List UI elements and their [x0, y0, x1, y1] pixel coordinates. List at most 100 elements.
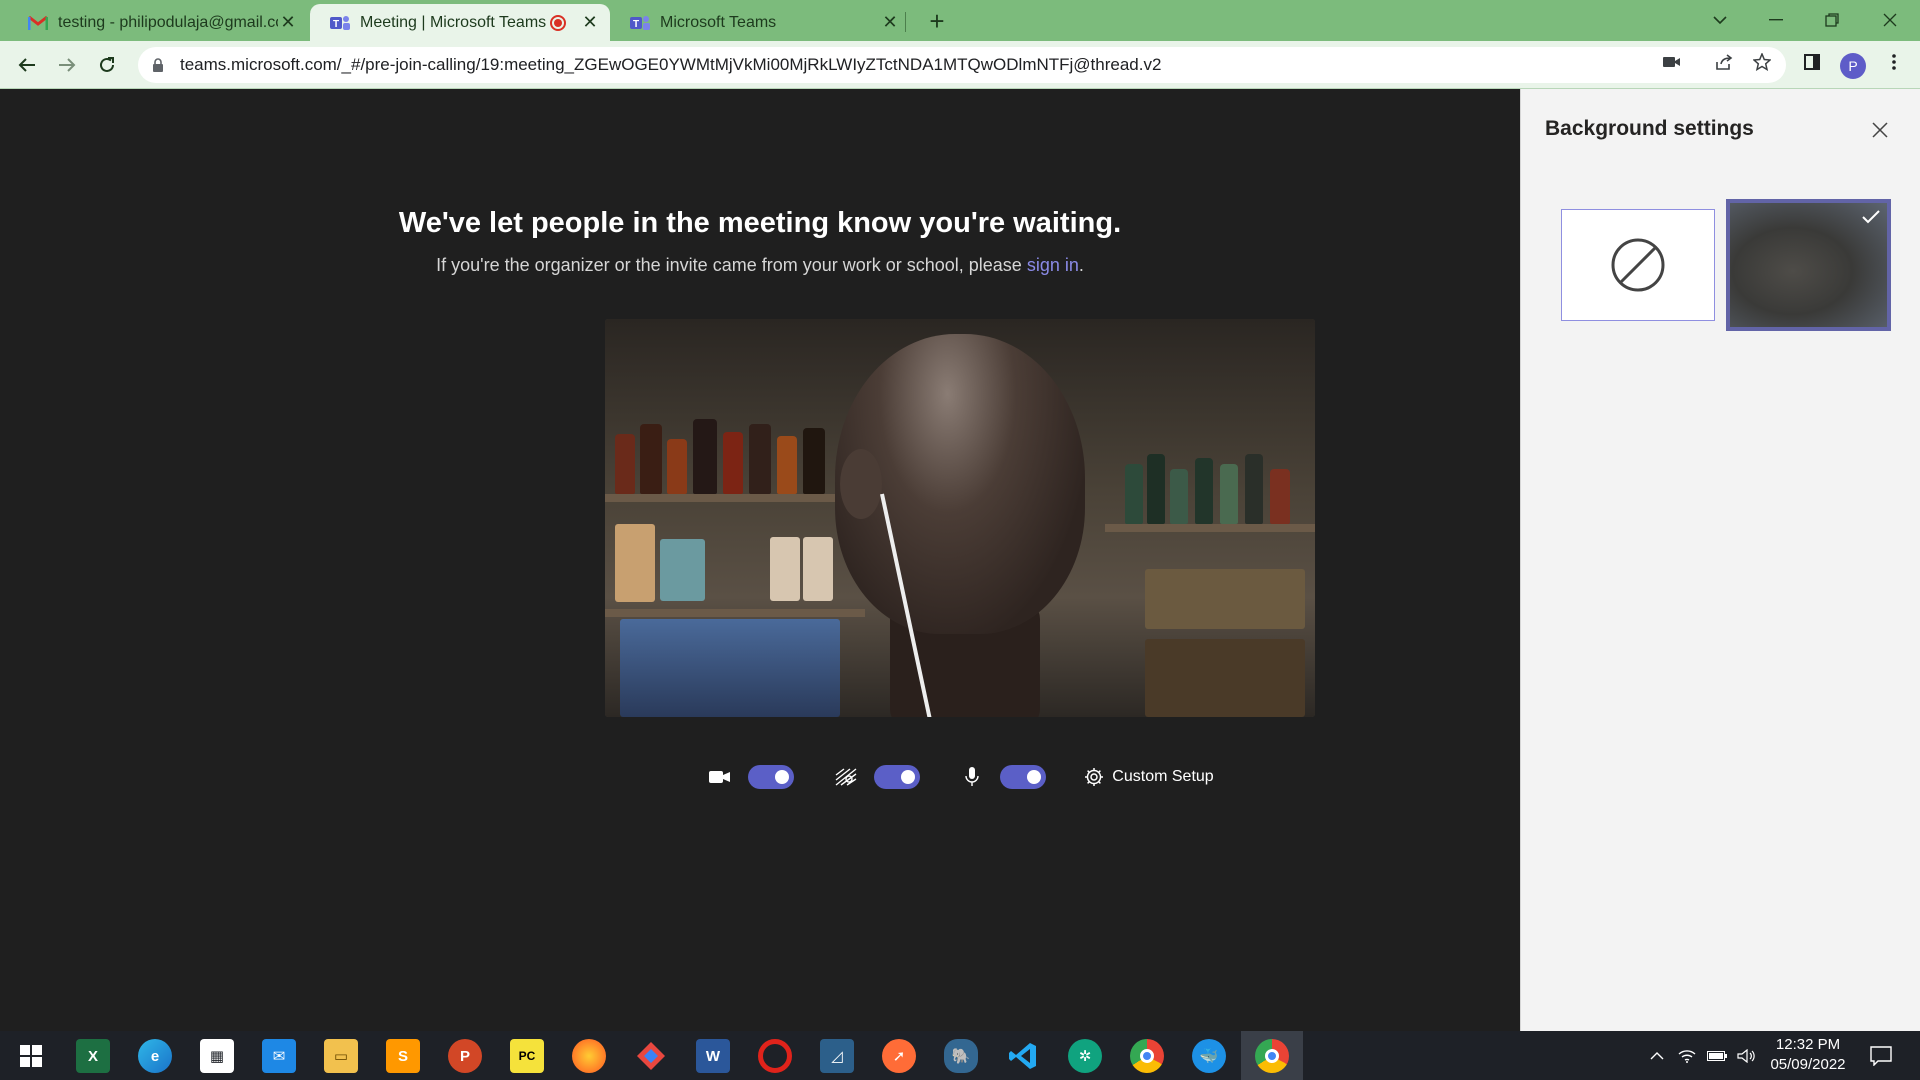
share-icon — [1716, 54, 1733, 70]
subtext-body: If you're the organizer or the invite ca… — [436, 255, 1027, 275]
docker-icon[interactable]: 🐳 — [1192, 1039, 1226, 1073]
vscode-icon[interactable] — [1006, 1039, 1040, 1073]
waiting-heading: We've let people in the meeting know you… — [398, 207, 1122, 239]
profile-avatar[interactable]: P — [1840, 53, 1866, 79]
shelf — [605, 609, 865, 617]
microphone-toggle[interactable] — [1000, 765, 1047, 789]
tab-title: Meeting | Microsoft Teams — [360, 13, 547, 31]
back-button[interactable] — [12, 50, 42, 80]
tab-title: Microsoft Teams — [660, 13, 777, 31]
sign-in-link[interactable]: sign in — [1027, 255, 1079, 275]
recording-indicator-icon — [550, 14, 566, 31]
close-tab-icon[interactable]: ✕ — [580, 12, 600, 33]
forward-button[interactable] — [52, 50, 82, 80]
can — [660, 539, 705, 601]
more-vertical-icon — [1892, 54, 1896, 70]
chrome-profile-icon[interactable] — [1255, 1039, 1289, 1073]
bottles-left — [615, 414, 845, 494]
custom-setup-button[interactable]: Custom Setup — [1084, 767, 1214, 787]
git-icon[interactable] — [634, 1039, 668, 1073]
windows-start-icon[interactable] — [14, 1039, 48, 1073]
svg-text:T: T — [333, 19, 339, 30]
shelf — [1105, 524, 1315, 532]
close-window-button[interactable] — [1862, 0, 1918, 40]
gmail-icon — [28, 15, 48, 30]
tab-separator — [905, 12, 906, 32]
reload-button[interactable] — [92, 50, 122, 80]
camera-in-use-button[interactable] — [1660, 50, 1684, 74]
share-button[interactable] — [1712, 50, 1736, 74]
minimize-icon — [1769, 19, 1783, 21]
chevron-up-icon[interactable] — [1642, 1051, 1672, 1060]
can — [770, 537, 800, 601]
postgresql-icon[interactable]: 🐘 — [944, 1039, 978, 1073]
can — [803, 537, 833, 601]
address-bar[interactable]: teams.microsoft.com/_#/pre-join-calling/… — [138, 47, 1786, 83]
chatgpt-icon[interactable]: ✲ — [1068, 1039, 1102, 1073]
postman-icon[interactable]: ➚ — [882, 1039, 916, 1073]
browser-tab-strip: testing - philipodulaja@gmail.co ✕ T Mee… — [0, 0, 1920, 41]
taskbar-clock[interactable]: 12:32 PM 05/09/2022 — [1762, 1035, 1854, 1075]
teams-icon: T — [630, 15, 650, 30]
tab-teams-meeting[interactable]: T Meeting | Microsoft Teams ✕ — [310, 4, 610, 41]
subtext-period: . — [1078, 255, 1084, 275]
lock-icon[interactable] — [152, 57, 164, 73]
back-arrow-icon — [18, 58, 35, 72]
teams-icon: T — [330, 15, 350, 30]
chrome-icon[interactable] — [1130, 1039, 1164, 1073]
camera-icon — [706, 763, 734, 791]
custom-setup-label: Custom Setup — [1112, 768, 1214, 785]
excel-icon[interactable]: X — [76, 1039, 110, 1073]
checkmark-icon — [1862, 210, 1880, 224]
product-stack — [1145, 639, 1305, 717]
opera-icon[interactable] — [758, 1039, 792, 1073]
system-tray — [1642, 1031, 1762, 1080]
tab-gmail[interactable]: testing - philipodulaja@gmail.co ✕ — [8, 4, 308, 41]
background-blur-icon — [832, 763, 860, 791]
store-icon[interactable]: ▦ — [200, 1039, 234, 1073]
bookmark-button[interactable] — [1750, 50, 1774, 74]
firefox-icon[interactable] — [572, 1039, 606, 1073]
can — [615, 524, 655, 602]
shelf — [605, 494, 835, 502]
preview-controls: Custom Setup — [605, 755, 1315, 799]
clock-time: 12:32 PM — [1775, 1036, 1841, 1053]
background-blur-toggle[interactable] — [874, 765, 921, 789]
gear-icon — [1085, 768, 1104, 786]
reload-icon — [100, 57, 114, 72]
video-preview — [605, 319, 1315, 717]
mysql-workbench-icon[interactable]: ◿ — [820, 1039, 854, 1073]
notifications-icon[interactable] — [1864, 1039, 1898, 1073]
tab-microsoft-teams[interactable]: T Microsoft Teams ✕ — [610, 4, 910, 41]
powerpoint-icon[interactable]: P — [448, 1039, 482, 1073]
background-option-none[interactable] — [1561, 209, 1715, 321]
sublime-icon[interactable]: S — [386, 1039, 420, 1073]
background-option-blur[interactable] — [1726, 199, 1891, 331]
side-panel-button[interactable] — [1800, 50, 1824, 74]
tab-search-button[interactable] — [1692, 0, 1748, 40]
product-stack — [620, 619, 840, 717]
browser-menu-button[interactable] — [1882, 50, 1906, 74]
mail-icon[interactable]: ✉ — [262, 1039, 296, 1073]
pycharm-icon[interactable]: PC — [510, 1039, 544, 1073]
background-settings-panel: Background settings — [1520, 89, 1920, 1031]
svg-text:T: T — [633, 19, 639, 30]
star-icon — [1753, 53, 1771, 71]
wifi-icon[interactable] — [1672, 1049, 1702, 1063]
camera-toggle[interactable] — [748, 765, 795, 789]
chevron-down-icon — [1713, 16, 1727, 25]
close-tab-icon[interactable]: ✕ — [278, 12, 298, 33]
restore-icon — [1825, 13, 1839, 27]
edge-icon[interactable]: e — [138, 1039, 172, 1073]
word-icon[interactable]: W — [696, 1039, 730, 1073]
restore-button[interactable] — [1804, 0, 1860, 40]
close-panel-button[interactable] — [1865, 115, 1895, 145]
tab-title: testing - philipodulaja@gmail.co — [58, 13, 278, 31]
clock-date: 05/09/2022 — [1770, 1056, 1846, 1073]
minimize-button[interactable] — [1748, 0, 1804, 40]
file-explorer-icon[interactable]: ▭ — [324, 1039, 358, 1073]
new-tab-button[interactable]: + — [922, 6, 952, 36]
battery-icon[interactable] — [1702, 1050, 1732, 1061]
close-tab-icon[interactable]: ✕ — [880, 12, 900, 33]
volume-icon[interactable] — [1732, 1048, 1762, 1063]
